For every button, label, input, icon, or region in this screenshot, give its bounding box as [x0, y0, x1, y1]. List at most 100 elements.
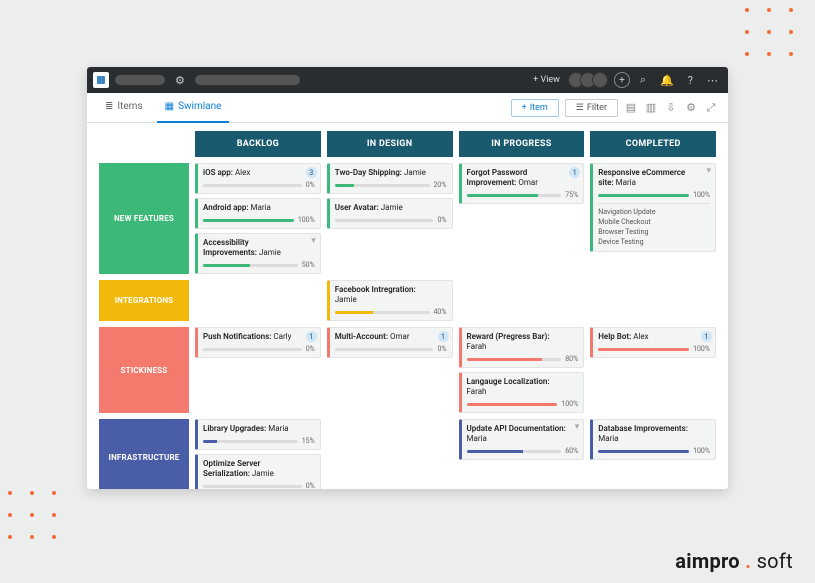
- lane-cell: [195, 280, 321, 321]
- bell-icon[interactable]: 🔔: [656, 72, 678, 89]
- lane-label[interactable]: STICKINESS: [99, 327, 189, 413]
- progress-bar: [467, 358, 562, 361]
- more-icon[interactable]: ⋯: [703, 72, 722, 89]
- card[interactable]: Update API Documentation: Maria▾ 60%: [459, 419, 585, 460]
- card[interactable]: iOS app: Alex3 0%: [195, 163, 321, 194]
- card-progress: 100%: [598, 447, 710, 455]
- card[interactable]: Responsive eCommerce site: Maria▾ 100% Nav…: [590, 163, 716, 252]
- card-title: Push Notifications: Carly: [203, 332, 315, 342]
- tab-swimlane[interactable]: ▦ Swimlane: [157, 93, 230, 123]
- card-title: Facebook Intregration: Jamie: [335, 285, 447, 305]
- card-progress: 100%: [203, 216, 315, 224]
- gear-icon[interactable]: ⚙: [171, 72, 189, 89]
- card-progress: 80%: [467, 355, 579, 363]
- progress-bar: [467, 403, 558, 406]
- card[interactable]: Database Improvements: Maria100%: [590, 419, 716, 460]
- avatar[interactable]: [592, 72, 608, 88]
- settings-icon[interactable]: ⚙: [684, 101, 698, 115]
- card-progress: 50%: [203, 261, 315, 269]
- avatar-stack[interactable]: +: [572, 72, 630, 88]
- lane-cell: Library Upgrades: Maria 15% Optimize Serve…: [195, 419, 321, 489]
- brand-part2: soft: [757, 549, 793, 573]
- card[interactable]: Library Upgrades: Maria 15%: [195, 419, 321, 450]
- columns-icon[interactable]: ▥: [644, 101, 658, 115]
- progress-percent: 0%: [306, 482, 315, 489]
- add-user-icon[interactable]: +: [614, 72, 630, 88]
- layout-icon[interactable]: ▤: [624, 101, 638, 115]
- card-progress: 15%: [203, 437, 315, 445]
- swimlane-row: NEW FEATURES iOS app: Alex3 0% Android app:…: [99, 163, 716, 274]
- card[interactable]: Facebook Intregration: Jamie 40%: [327, 280, 453, 321]
- help-icon[interactable]: ?: [684, 72, 697, 89]
- lane-label[interactable]: NEW FEATURES: [99, 163, 189, 274]
- chevron-down-icon[interactable]: ▾: [311, 236, 316, 246]
- add-item-button[interactable]: + Item: [511, 99, 559, 117]
- decorative-dot-grid-top: [745, 8, 793, 56]
- card-title: iOS app: Alex: [203, 168, 315, 178]
- progress-percent: 100%: [561, 400, 578, 408]
- subtask-item[interactable]: Browser Testing: [598, 227, 710, 237]
- card[interactable]: Reward (Pregress Bar): Farah 80%: [459, 327, 585, 368]
- card-progress: 75%: [467, 191, 579, 199]
- progress-percent: 20%: [434, 181, 447, 189]
- lane-label[interactable]: INTEGRATIONS: [99, 280, 189, 321]
- fullscreen-icon[interactable]: ⤢: [704, 101, 718, 115]
- card[interactable]: Accessibility Improvements: Jamie▾ 50%: [195, 233, 321, 274]
- card-title: Library Upgrades: Maria: [203, 424, 315, 434]
- progress-bar: [203, 485, 302, 488]
- topbar-field-a[interactable]: [115, 75, 165, 85]
- topbar-field-b[interactable]: [195, 75, 300, 85]
- column-header: IN DESIGN: [327, 131, 453, 157]
- subtask-item[interactable]: Navigation Update: [598, 207, 710, 217]
- card-badge: 3: [306, 167, 317, 178]
- chevron-down-icon[interactable]: ▾: [575, 422, 580, 432]
- card-title: Update API Documentation: Maria: [467, 424, 579, 444]
- app-logo[interactable]: [93, 72, 109, 88]
- card-progress: 20%: [335, 181, 447, 189]
- progress-percent: 80%: [565, 355, 578, 363]
- card-badge: 1: [569, 167, 580, 178]
- filter-icon: ☰: [576, 103, 584, 113]
- card-title: Reward (Pregress Bar): Farah: [467, 332, 579, 352]
- card-title: Accessibility Improvements: Jamie: [203, 238, 315, 258]
- download-icon[interactable]: ⇩: [664, 101, 678, 115]
- lane-cell: Forgot Password Improvement: Omar1 75%: [459, 163, 585, 274]
- subtask-item[interactable]: Device Testing: [598, 237, 710, 247]
- card[interactable]: Android app: Maria100%: [195, 198, 321, 229]
- view-toolbar: ≣ Items ▦ Swimlane + Item ☰ Filter ▤ ▥ ⇩…: [87, 93, 728, 123]
- lane-cell: [327, 419, 453, 489]
- card[interactable]: Optimize Server Serialization: Jamie0%: [195, 454, 321, 489]
- progress-bar: [203, 440, 298, 443]
- card-progress: 100%: [598, 191, 710, 199]
- card[interactable]: Help Bot: Alex1100%: [590, 327, 716, 358]
- card-progress: 60%: [467, 447, 579, 455]
- card[interactable]: Langauge Localization: Farah100%: [459, 372, 585, 413]
- subtask-item[interactable]: Mobile Checkout: [598, 217, 710, 227]
- card-title: Forgot Password Improvement: Omar: [467, 168, 579, 188]
- card[interactable]: Two-Day Shipping: Jamie20%: [327, 163, 453, 194]
- card[interactable]: Forgot Password Improvement: Omar1 75%: [459, 163, 585, 204]
- filter-button[interactable]: ☰ Filter: [565, 99, 618, 117]
- card-progress: 100%: [598, 345, 710, 353]
- chevron-down-icon[interactable]: ▾: [706, 166, 711, 176]
- card-title: Multi-Account: Omar: [335, 332, 447, 342]
- search-icon[interactable]: ⌕: [636, 71, 650, 89]
- card-progress: 0%: [203, 482, 315, 489]
- card[interactable]: Push Notifications: Carly10%: [195, 327, 321, 358]
- card-title: Responsive eCommerce site: Maria: [598, 168, 710, 188]
- column-header: BACKLOG: [195, 131, 321, 157]
- card[interactable]: Multi-Account: Omar10%: [327, 327, 453, 358]
- tab-items[interactable]: ≣ Items: [97, 93, 151, 123]
- progress-bar: [598, 194, 689, 197]
- lane-label[interactable]: INFRASTRUCTURE: [99, 419, 189, 489]
- card-progress: 40%: [335, 308, 447, 316]
- swimlane-row: STICKINESSPush Notifications: Carly10%Mu…: [99, 327, 716, 413]
- brand-part1: aimpro: [675, 549, 740, 573]
- lane-cell: Help Bot: Alex1100%: [590, 327, 716, 413]
- button-label: Filter: [587, 103, 607, 113]
- add-view-button[interactable]: + View: [527, 73, 566, 87]
- progress-percent: 60%: [565, 447, 578, 455]
- card[interactable]: User Avatar: Jamie0%: [327, 198, 453, 229]
- progress-percent: 0%: [306, 181, 315, 189]
- progress-percent: 100%: [693, 345, 710, 353]
